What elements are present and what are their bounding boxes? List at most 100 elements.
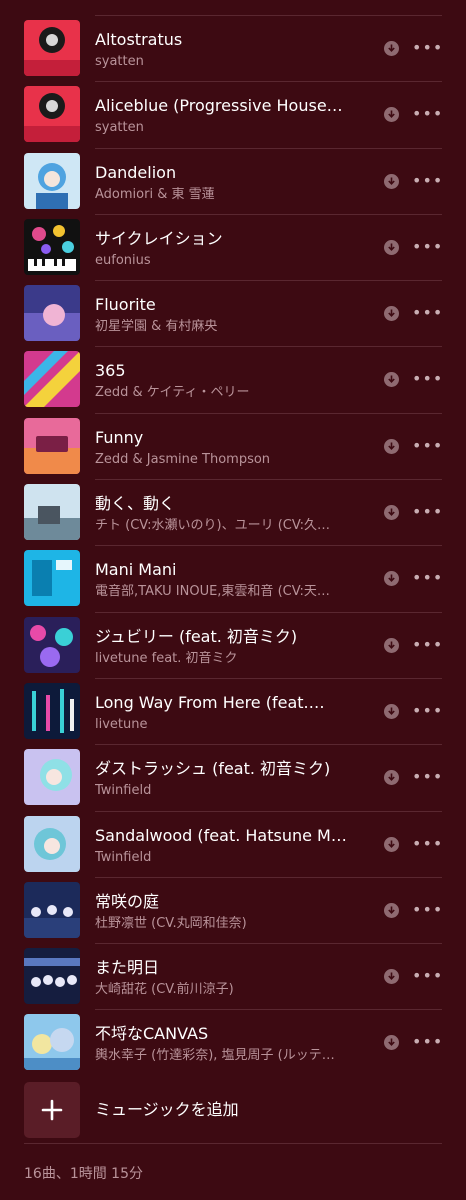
- track-row[interactable]: Funny Zedd & Jasmine Thompson •••: [0, 414, 466, 481]
- track-title: Sandalwood (feat. Hatsune M…: [95, 825, 347, 845]
- track-artist: 電音部,TAKU INOUE,東雲和音 (CV:天…: [95, 584, 330, 600]
- track-artist: Twinfield: [95, 783, 152, 799]
- track-artist: 輿水幸子 (竹達彩奈), 塩見周子 (ルッテ…: [95, 1048, 335, 1064]
- more-options-button[interactable]: •••: [412, 701, 442, 721]
- album-art: [24, 351, 80, 408]
- add-music-label[interactable]: ミュージックを追加: [95, 1100, 239, 1119]
- track-artist: Zedd & ケイティ・ペリー: [95, 385, 250, 401]
- album-art: [24, 749, 80, 806]
- download-icon[interactable]: [384, 969, 399, 985]
- track-row[interactable]: Dandelion Adomiori & 東 雪蓮 •••: [0, 149, 466, 215]
- album-art: [24, 616, 80, 673]
- more-options-button[interactable]: •••: [412, 104, 442, 124]
- album-art: [24, 550, 80, 607]
- track-title: Aliceblue (Progressive House…: [95, 96, 343, 116]
- download-icon[interactable]: [384, 438, 399, 454]
- track-row[interactable]: Aliceblue (Progressive House… syatten ••…: [0, 82, 466, 149]
- track-row[interactable]: Altostratus syatten •••: [0, 16, 466, 83]
- track-artist: eufonius: [95, 252, 151, 268]
- more-options-button[interactable]: •••: [412, 502, 442, 522]
- more-options-button[interactable]: •••: [412, 38, 442, 58]
- album-art: [24, 152, 80, 209]
- album-art: [24, 682, 80, 739]
- more-options-button[interactable]: •••: [412, 966, 442, 986]
- track-title: Long Way From Here (feat.…: [95, 692, 325, 712]
- track-artist: Adomiori & 東 雪蓮: [95, 186, 215, 202]
- track-artist: syatten: [95, 54, 144, 69]
- more-options-button[interactable]: •••: [412, 171, 442, 191]
- track-title: ジュビリー (feat. 初音ミク): [95, 626, 298, 646]
- download-icon[interactable]: [384, 173, 399, 189]
- track-artist: Twinfield: [95, 849, 152, 865]
- track-row[interactable]: Mani Mani 電音部,TAKU INOUE,東雲和音 (CV:天… •••: [0, 546, 466, 613]
- more-options-button[interactable]: •••: [412, 635, 442, 655]
- download-icon[interactable]: [384, 505, 399, 521]
- download-icon[interactable]: [384, 41, 399, 56]
- track-title: 常咲の庭: [95, 891, 160, 911]
- track-list: Altostratus syatten ••• Aliceblue (Progr…: [0, 16, 466, 1077]
- track-row[interactable]: Long Way From Here (feat.… livetune •••: [0, 679, 466, 746]
- track-title: Mani Mani: [95, 560, 177, 580]
- more-options-button[interactable]: •••: [412, 237, 442, 257]
- track-row[interactable]: 常咲の庭 杜野凛世 (CV.丸岡和佳奈) •••: [0, 878, 466, 945]
- add-icon[interactable]: [24, 1082, 80, 1138]
- more-options-button[interactable]: •••: [412, 436, 442, 456]
- album-art: [24, 484, 80, 541]
- track-artist: チト (CV:水瀬いのり)、ユーリ (CV:久…: [95, 518, 331, 534]
- more-options-button[interactable]: •••: [412, 900, 442, 920]
- track-artist: livetune: [95, 716, 148, 732]
- track-row[interactable]: サイクレイション eufonius •••: [0, 215, 466, 282]
- footer-divider: [24, 1143, 442, 1144]
- album-art: [24, 417, 80, 474]
- album-art: [24, 86, 80, 143]
- track-row[interactable]: ジュビリー (feat. 初音ミク) livetune feat. 初音ミク •…: [0, 613, 466, 679]
- track-artist: syatten: [95, 120, 144, 136]
- album-art: [24, 218, 80, 275]
- more-options-button[interactable]: •••: [412, 767, 442, 787]
- download-icon[interactable]: [384, 637, 399, 653]
- download-icon[interactable]: [384, 703, 399, 719]
- add-music-row[interactable]: ミュージックを追加: [0, 1076, 466, 1144]
- track-title: Altostratus: [95, 30, 183, 49]
- download-icon[interactable]: [384, 306, 399, 322]
- track-title: サイクレイション: [95, 228, 223, 248]
- more-options-button[interactable]: •••: [412, 834, 442, 854]
- more-options-button[interactable]: •••: [412, 1032, 442, 1052]
- download-icon[interactable]: [384, 107, 399, 123]
- download-icon[interactable]: [384, 372, 399, 388]
- track-row[interactable]: Fluorite 初星学園 & 有村麻央 •••: [0, 281, 466, 348]
- more-options-button[interactable]: •••: [412, 369, 442, 389]
- album-art: [24, 881, 80, 938]
- more-options-button[interactable]: •••: [412, 568, 442, 588]
- track-title: 不埒なCANVAS: [95, 1024, 209, 1044]
- track-artist: 初星学園 & 有村麻央: [95, 319, 218, 335]
- album-art: [24, 20, 80, 76]
- download-icon[interactable]: [384, 239, 399, 255]
- track-title: 365: [95, 361, 126, 381]
- track-artist: Zedd & Jasmine Thompson: [95, 451, 271, 467]
- track-row[interactable]: ダストラッシュ (feat. 初音ミク) Twinfield •••: [0, 745, 466, 812]
- download-icon[interactable]: [384, 571, 399, 587]
- track-title: Fluorite: [95, 295, 156, 315]
- album-art: [24, 285, 80, 342]
- download-icon[interactable]: [384, 770, 399, 786]
- album-art: [24, 1014, 80, 1071]
- track-artist: 杜野凛世 (CV.丸岡和佳奈): [95, 915, 247, 931]
- track-title: 動く、動く: [95, 494, 176, 514]
- playlist-summary: 16曲、1時間 15分: [24, 1166, 143, 1182]
- track-row[interactable]: 不埒なCANVAS 輿水幸子 (竹達彩奈), 塩見周子 (ルッテ… •••: [0, 1010, 466, 1076]
- track-row[interactable]: 動く、動く チト (CV:水瀬いのり)、ユーリ (CV:久… •••: [0, 480, 466, 547]
- download-icon[interactable]: [384, 902, 399, 918]
- track-title: Dandelion: [95, 162, 177, 182]
- download-icon[interactable]: [384, 836, 399, 852]
- album-art: [24, 815, 80, 872]
- album-art: [24, 948, 80, 1005]
- track-row[interactable]: 365 Zedd & ケイティ・ペリー •••: [0, 347, 466, 414]
- track-title: ダストラッシュ (feat. 初音ミク): [95, 759, 331, 779]
- track-row[interactable]: Sandalwood (feat. Hatsune M… Twinfield •…: [0, 812, 466, 878]
- download-icon[interactable]: [384, 1035, 399, 1051]
- track-row[interactable]: また明日 大崎甜花 (CV.前川涼子) •••: [0, 944, 466, 1011]
- track-artist: livetune feat. 初音ミク: [95, 650, 238, 666]
- more-options-button[interactable]: •••: [412, 303, 442, 323]
- track-title: Funny: [95, 427, 144, 447]
